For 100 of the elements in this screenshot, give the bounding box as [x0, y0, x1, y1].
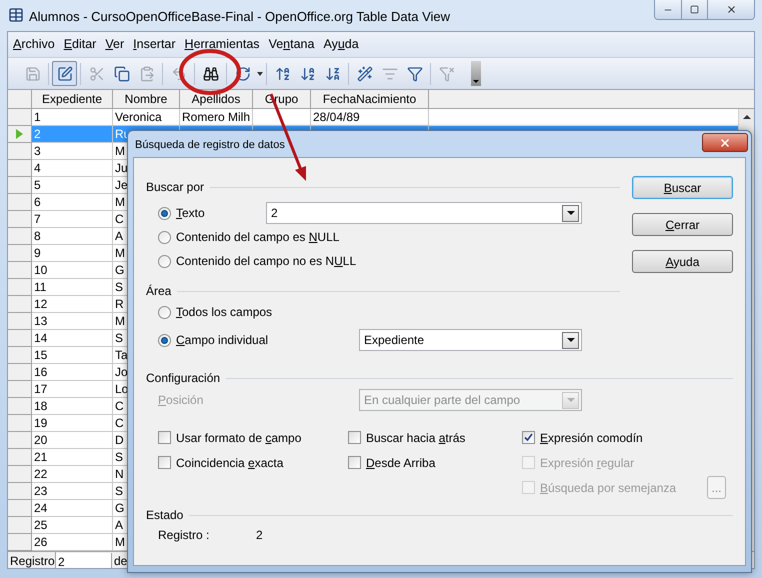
table-cell: 24	[34, 500, 48, 516]
menu-item[interactable]: Herramientas	[184, 35, 260, 54]
row-header[interactable]	[8, 143, 32, 160]
table-cell: 17	[34, 381, 48, 397]
dialog-button[interactable]: Buscar	[632, 176, 733, 199]
row-header[interactable]	[8, 245, 32, 262]
table-row[interactable]: 1 Veronica Romero Milh 28/04/89	[32, 109, 738, 126]
table-cell: A	[115, 517, 124, 533]
scissors-icon	[88, 66, 104, 82]
undo-icon	[170, 66, 186, 82]
row-header[interactable]	[8, 466, 32, 483]
table-cell: S	[115, 483, 124, 499]
binoculars-icon	[202, 66, 218, 82]
close-icon	[726, 4, 736, 15]
table-cell: A	[115, 228, 124, 244]
dialog-button[interactable]: Cerrar	[632, 213, 733, 236]
status-value: 2	[256, 527, 263, 544]
checkbox-option[interactable]: Coincidencia exacta	[158, 454, 284, 472]
row-header[interactable]	[8, 194, 32, 211]
row-header[interactable]	[8, 262, 32, 279]
radio-option[interactable]: Campo individual	[158, 331, 268, 349]
edit-button[interactable]	[52, 61, 77, 86]
row-header[interactable]	[8, 160, 32, 177]
menu-item[interactable]: Insertar	[133, 35, 176, 54]
row-header[interactable]	[8, 211, 32, 228]
table-cell: 23	[34, 483, 48, 499]
table-cell: C	[115, 211, 124, 227]
table-cell: Ta	[115, 347, 128, 363]
menu-item[interactable]: Ver	[105, 35, 124, 54]
dialog-button[interactable]: Ayuda	[632, 250, 733, 273]
row-header[interactable]	[8, 177, 32, 194]
row-header[interactable]	[8, 296, 32, 313]
table-cell: Romero Milh	[182, 109, 250, 125]
row-header[interactable]	[8, 500, 32, 517]
magic-wand-icon	[356, 66, 372, 82]
table-cell: S	[115, 279, 124, 295]
row-header[interactable]	[8, 415, 32, 432]
row-header[interactable]	[8, 313, 32, 330]
column-header[interactable]: Apellidos	[180, 90, 253, 108]
table-cell: R	[115, 296, 124, 312]
record-field[interactable]: 2	[56, 552, 112, 568]
menu-item[interactable]: Editar	[64, 35, 96, 54]
menu-item[interactable]: Ayuda	[323, 35, 359, 54]
menu-item[interactable]: Ventana	[268, 35, 314, 54]
radio-option[interactable]: Todos los campos	[158, 303, 272, 321]
checkbox-option[interactable]: Desde Arriba	[348, 454, 436, 472]
section-heading: Estado	[146, 507, 184, 524]
table-cell: 28/04/89	[313, 109, 360, 125]
column-header[interactable]: Nombre	[113, 90, 180, 108]
table-cell: N	[115, 466, 124, 482]
table-cell: M	[115, 194, 125, 210]
row-header[interactable]	[8, 109, 32, 126]
table-cell: 25	[34, 517, 48, 533]
radio-option[interactable]: Contenido del campo no es NULL	[158, 252, 356, 270]
table-cell: M	[115, 143, 125, 159]
window-title: Alumnos - CursoOpenOfficeBase-Final - OpenOffice.org Table Data View	[29, 8, 450, 26]
checkbox-option[interactable]: Expresión comodín	[522, 428, 643, 446]
row-header[interactable]	[8, 483, 32, 500]
search-text-combo[interactable]: 2	[266, 202, 582, 224]
maximize-button[interactable]	[682, 0, 708, 19]
table-cell: 15	[34, 347, 48, 363]
table-cell: D	[115, 432, 124, 448]
row-header[interactable]	[8, 228, 32, 245]
checkbox-option[interactable]: Buscar hacia atrás	[348, 428, 466, 446]
dialog-close-button[interactable]	[702, 133, 748, 152]
row-header[interactable]	[8, 398, 32, 415]
column-header[interactable]: Expediente	[32, 90, 113, 108]
table-cell: M	[115, 313, 125, 329]
row-header[interactable]	[8, 432, 32, 449]
table-cell: 1	[34, 109, 41, 125]
refresh-icon	[234, 66, 250, 82]
filter-list-icon	[382, 66, 398, 82]
row-header[interactable]	[8, 126, 32, 143]
table-cell: 22	[34, 466, 48, 482]
row-header[interactable]	[8, 534, 32, 551]
row-header[interactable]	[8, 330, 32, 347]
toolbar-overflow-icon[interactable]	[471, 61, 481, 86]
table-cell: 12	[34, 296, 48, 312]
radio-option[interactable]: Texto	[158, 204, 205, 222]
sort-ascending-icon	[300, 66, 316, 82]
row-header[interactable]	[8, 381, 32, 398]
field-combo[interactable]: Expediente	[359, 329, 582, 351]
row-header[interactable]	[8, 347, 32, 364]
dialog-title: Búsqueda de registro de datos	[135, 138, 285, 153]
table-cell: 11	[34, 279, 46, 295]
row-header[interactable]	[8, 364, 32, 381]
row-header[interactable]	[8, 449, 32, 466]
table-cell: 8	[34, 228, 41, 244]
radio-option[interactable]: Contenido del campo es NULL	[158, 228, 340, 246]
table-cell: G	[115, 262, 124, 278]
menu-item[interactable]: Archivo	[13, 35, 55, 54]
table-cell: 16	[34, 364, 48, 380]
checkbox-option[interactable]: Usar formato de campo	[158, 428, 302, 446]
row-header[interactable]	[8, 517, 32, 534]
record-count-label: de	[114, 553, 128, 568]
table-cell: 6	[34, 194, 41, 210]
table-cell: 7	[34, 211, 41, 227]
position-label: Posición	[158, 392, 204, 409]
column-header[interactable]: FechaNacimiento	[311, 90, 429, 108]
row-header[interactable]	[8, 279, 32, 296]
